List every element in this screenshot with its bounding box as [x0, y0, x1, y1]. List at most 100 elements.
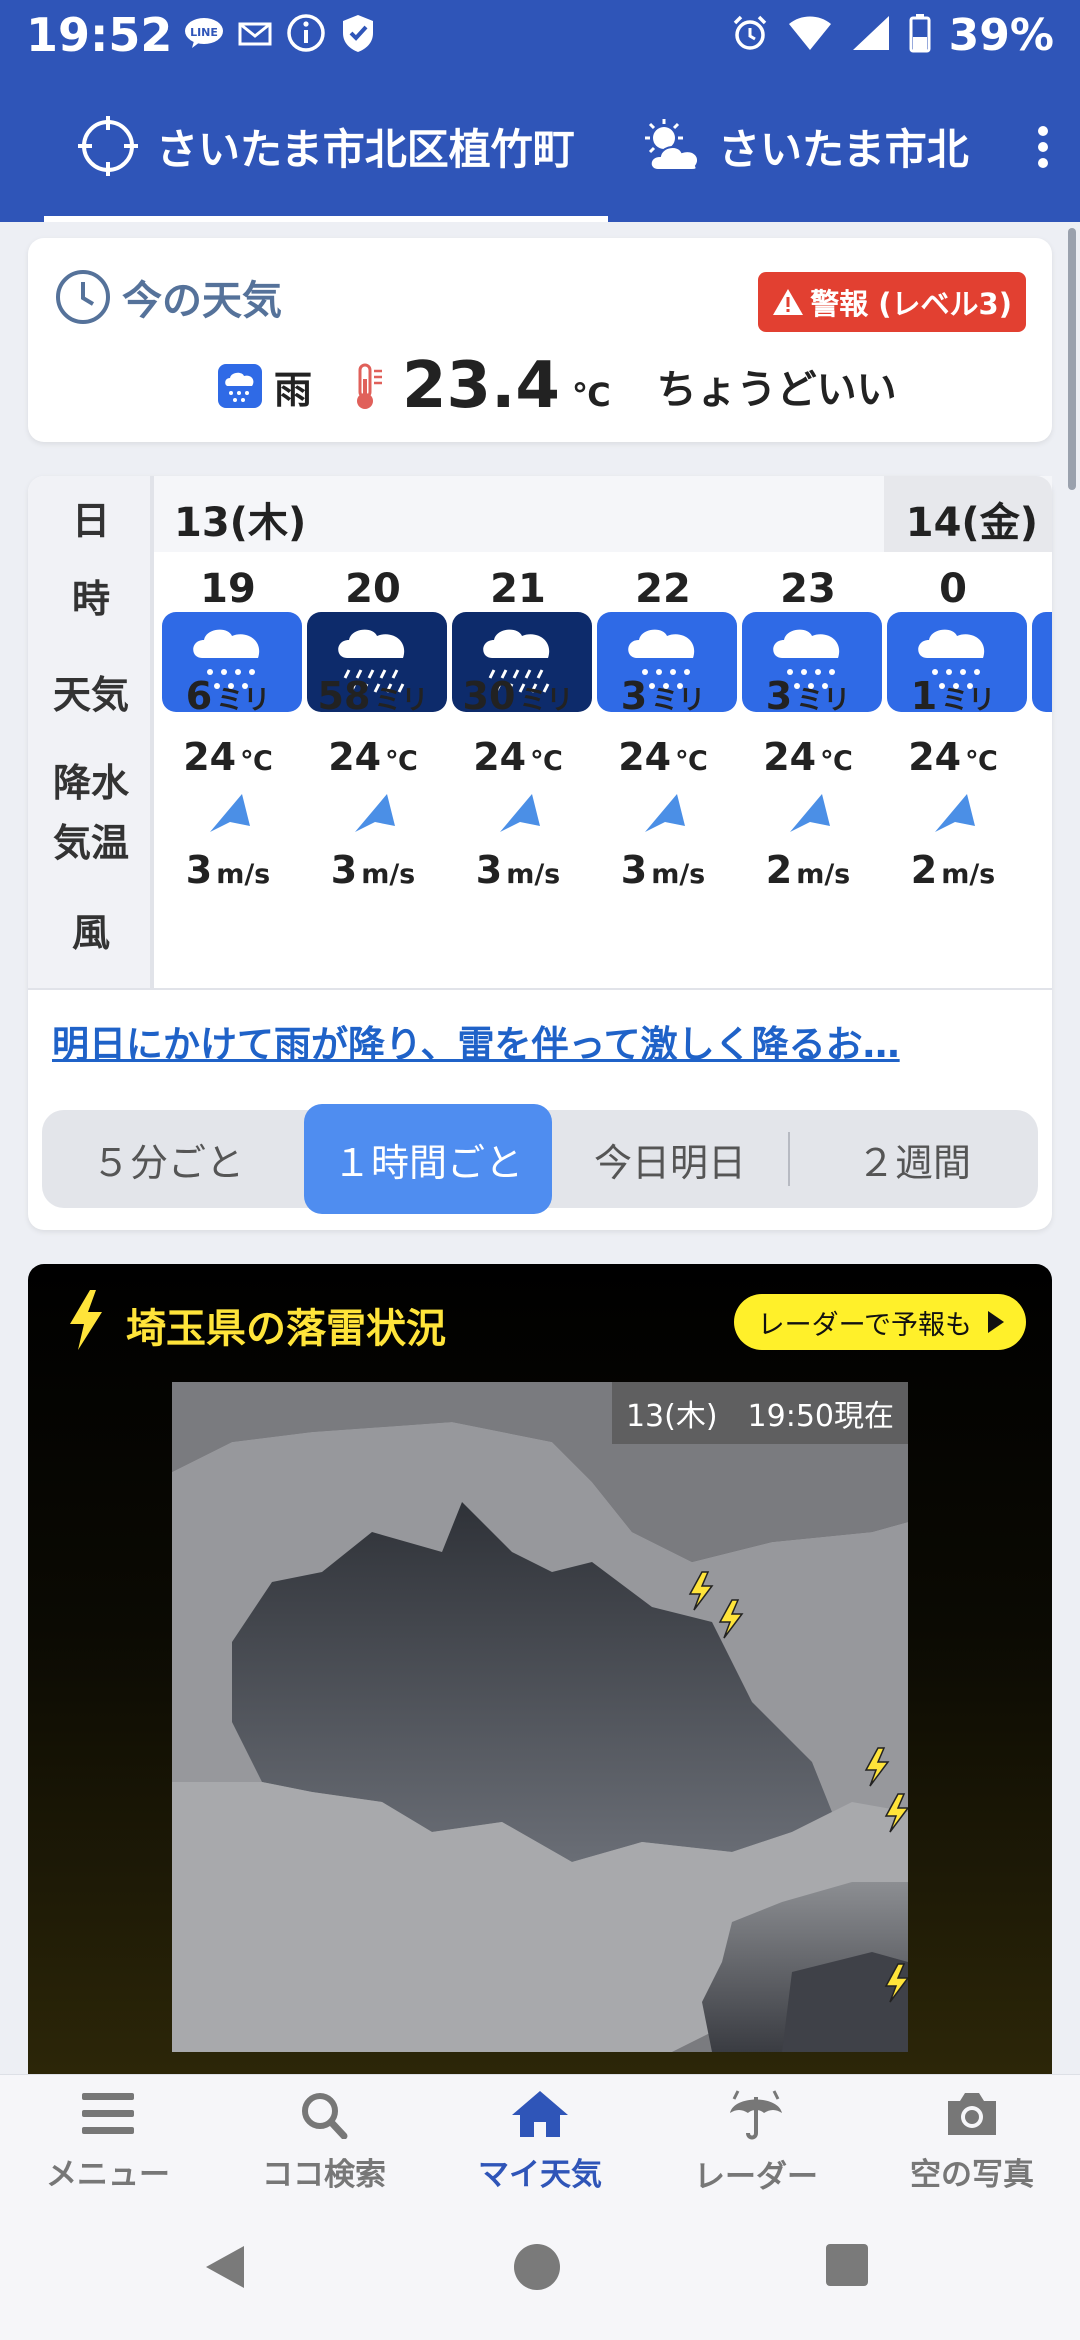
wind-speed-value: 3 m/s: [620, 848, 706, 892]
camera-icon: [944, 2093, 1000, 2143]
more-menu-icon[interactable]: [1028, 120, 1058, 180]
recents-icon[interactable]: [824, 2242, 870, 2292]
alarm-icon: [731, 14, 769, 56]
wind-direction-icon: [496, 792, 542, 840]
temp-value: 24 ℃: [473, 735, 563, 779]
label-wind: 風: [71, 911, 110, 955]
tab-location-2[interactable]: さいたま市北: [642, 70, 982, 222]
saitama-map: [172, 1382, 910, 2052]
warning-badge[interactable]: 警報 (レベル3): [758, 272, 1026, 332]
nav-my-weather[interactable]: マイ天気: [432, 2089, 648, 2194]
hour-column: 23 3 ミリ 24 ℃ 2 m/s: [738, 552, 882, 988]
temp-value: 24 ℃: [183, 735, 273, 779]
tab-location-1[interactable]: さいたま市北区植竹町: [44, 70, 608, 222]
wind-speed-value: 3 m/s: [330, 848, 416, 892]
wind-speed-value: 2 m/s: [765, 848, 851, 892]
home-circle-icon[interactable]: [512, 2242, 562, 2296]
current-weather-summary: 雨 23.4 ℃ ちょうどいい: [218, 346, 897, 426]
location-1-label: さいたま市北区植竹町: [156, 124, 575, 174]
wind-speed-value: 2 m/s: [910, 848, 996, 892]
home-icon: [510, 2091, 570, 2143]
label-precip: 降水: [52, 761, 129, 805]
wind-direction-icon: [786, 792, 832, 840]
crosshair-icon: [78, 116, 138, 176]
hour-label: 0: [939, 566, 967, 612]
temp-value: 24 ℃: [763, 735, 853, 779]
nav-search[interactable]: ココ検索: [216, 2089, 432, 2194]
search-icon: [296, 2093, 352, 2143]
warning-label: 警報 (レベル3): [810, 287, 1012, 321]
day-label-2: 14(金): [905, 500, 1038, 546]
umbrella-icon: [726, 2090, 786, 2145]
lightning-map[interactable]: 13(木) 19:50現在: [172, 1382, 910, 2052]
battery-level: 39%: [948, 9, 1054, 61]
precip-value: 3 ミリ: [765, 674, 851, 718]
hour-column: 22 3 ミリ 24 ℃ 3 m/s: [593, 552, 737, 988]
precip-value: 30 ミリ: [462, 674, 574, 718]
back-icon[interactable]: [202, 2242, 248, 2296]
shield-check-icon: [340, 13, 376, 57]
hourly-forecast-card: 日 時 天気 降水 気温 風 13(木) 14(金) 19 6 ミリ 24 ℃ 3 m/s 2…: [28, 476, 1052, 1230]
label-hour: 時: [71, 577, 110, 621]
wind-speed-value: 3 m/s: [185, 848, 271, 892]
rain-icon: [218, 364, 262, 408]
current-feeling: ちょうどいい: [656, 367, 897, 413]
mail-icon: [238, 18, 272, 52]
radar-forecast-button[interactable]: レーダーで予報も: [733, 1294, 1026, 1350]
svg-text:LINE: LINE: [191, 26, 219, 39]
precip-value: 6 ミリ: [185, 674, 271, 718]
nav-search-label: ココ検索: [262, 2157, 386, 2193]
status-time: 19:52: [26, 8, 173, 62]
temp-value: 24 ℃: [618, 735, 708, 779]
lightning-icon: [64, 1290, 108, 1354]
nav-menu[interactable]: メニュー: [0, 2089, 216, 2194]
current-condition: 雨: [274, 367, 313, 412]
forecast-comment-link[interactable]: 明日にかけて雨が降り、雷を伴って激しく降るお…: [52, 1014, 900, 1068]
hour-label: 23: [780, 566, 836, 612]
hour-label: 20: [345, 566, 401, 612]
wind-direction-icon: [206, 792, 252, 840]
segment-today-tomorrow[interactable]: 今日明日: [554, 1110, 786, 1208]
nav-sky-photos-label: 空の写真: [910, 2157, 1034, 2193]
current-weather-card: 今の天気 警報 (レベル3) 雨 23.4 ℃ ちょうどいい: [28, 238, 1052, 442]
nav-radar-label: レーダー: [694, 2159, 818, 2195]
scrollbar[interactable]: [1068, 228, 1076, 490]
forecast-day-row: 13(木) 14(金): [154, 476, 1052, 552]
segment-2weeks[interactable]: ２週間: [790, 1110, 1038, 1208]
day-label-1: 13(木): [174, 500, 307, 546]
signal-icon: [851, 14, 891, 56]
location-2-label: さいたま市北: [718, 124, 969, 174]
hour-label: 22: [635, 566, 691, 612]
segment-hourly[interactable]: １時間ごと: [304, 1104, 552, 1214]
hour-label: 19: [200, 566, 256, 612]
hour-column-partial: [1028, 552, 1052, 988]
temp-value: 24 ℃: [328, 735, 418, 779]
location-tabs: さいたま市北区植竹町 さいたま市北: [0, 70, 1080, 222]
current-weather-title: 今の天気: [122, 278, 282, 324]
label-weather: 天気: [52, 673, 129, 717]
info-icon: [286, 13, 326, 57]
current-temp-unit: ℃: [571, 376, 611, 414]
temp-value: 24 ℃: [908, 735, 998, 779]
wind-speed-value: 3 m/s: [475, 848, 561, 892]
line-icon: LINE: [184, 17, 224, 53]
sun-cloud-icon: [642, 118, 704, 174]
forecast-row-labels: 日 時 天気 降水 気温 風: [28, 476, 154, 988]
status-bar: 19:52 LINE 39%: [0, 0, 1080, 70]
battery-icon: [909, 13, 931, 57]
precip-value: 1 ミリ: [910, 674, 996, 718]
nav-sky-photos[interactable]: 空の写真: [864, 2089, 1080, 2194]
hour-column: 0 1 ミリ 24 ℃ 2 m/s: [883, 552, 1027, 988]
nav-radar[interactable]: レーダー: [648, 2089, 864, 2196]
lightning-title: 埼玉県の落雷状況: [126, 1306, 446, 1352]
wifi-icon: [787, 14, 833, 56]
hour-column: 19 6 ミリ 24 ℃ 3 m/s: [158, 552, 302, 988]
segment-5min[interactable]: ５分ごと: [48, 1110, 288, 1208]
hour-column: 20 58 ミリ 24 ℃ 3 m/s: [303, 552, 447, 988]
lightning-card: 埼玉県の落雷状況 レーダーで予報も 13(木) 19:50現在: [28, 1264, 1052, 2074]
current-weather-header: 今の天気: [54, 268, 282, 326]
precip-value: 58 ミリ: [317, 674, 429, 718]
precip-value: 3 ミリ: [620, 674, 706, 718]
bottom-navigation: メニュー ココ検索 マイ天気 レーダー 空の写真: [0, 2074, 1080, 2196]
hourly-columns[interactable]: 19 6 ミリ 24 ℃ 3 m/s 20 58 ミリ 24 ℃ 3 m/s 21 30 ミリ 24 ℃ 3 m/s 22…: [158, 552, 1052, 988]
